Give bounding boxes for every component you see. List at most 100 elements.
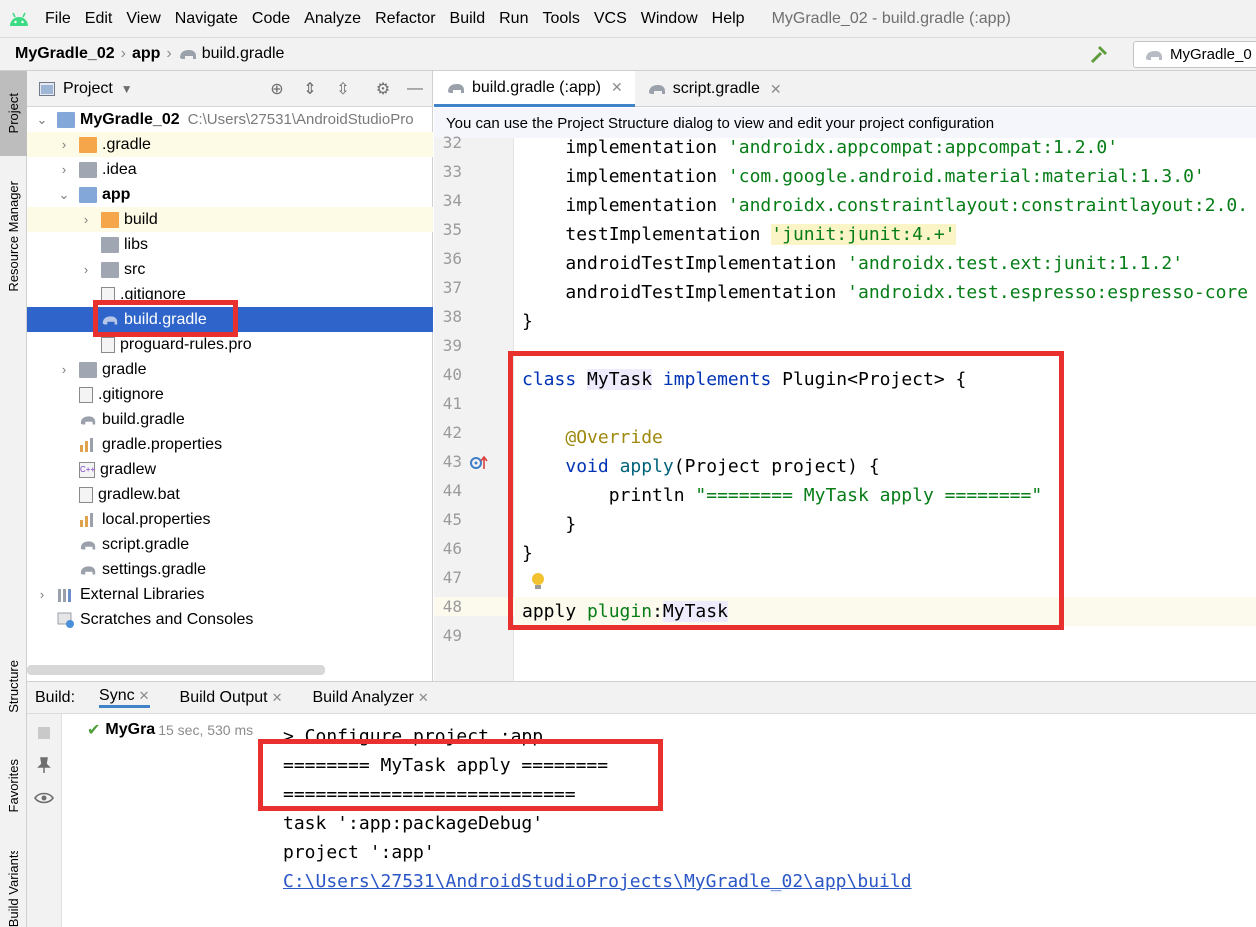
chevron-down-icon[interactable]: ▼ <box>121 82 133 96</box>
collapse-all-icon[interactable]: ⇳ <box>333 79 353 99</box>
menu-vcs[interactable]: VCS <box>587 0 634 37</box>
chevron-down-icon: ⌄ <box>36 111 48 127</box>
code-editor[interactable]: implementation 'androidx.appcompat:appco… <box>515 138 1256 681</box>
console-line: task ':app:packageDebug' <box>283 813 544 834</box>
tree-item-build-dir[interactable]: › build <box>27 207 433 232</box>
pin-icon[interactable] <box>35 756 53 774</box>
code-line: androidTestImplementation 'androidx.test… <box>565 253 1184 274</box>
tree-item-gradlew[interactable]: C++ gradlew <box>27 457 433 482</box>
text-file-icon <box>101 336 115 353</box>
tree-item-libs-dir[interactable]: libs <box>27 232 433 257</box>
breadcrumb-project[interactable]: MyGradle_02 <box>15 45 115 63</box>
build-hammer-icon[interactable] <box>1088 44 1110 66</box>
gradle-elephant-icon <box>179 50 196 59</box>
properties-file-icon <box>80 437 93 452</box>
tree-item-gradlew-bat[interactable]: gradlew.bat <box>27 482 433 507</box>
tree-item-root-gitignore[interactable]: .gitignore <box>27 382 433 407</box>
build-tree-item[interactable]: ✔ MyGra 15 sec, 530 ms <box>87 720 253 740</box>
folder-icon <box>101 261 119 278</box>
tree-item-external-libraries[interactable]: › External Libraries <box>27 582 433 607</box>
gradle-elephant-icon <box>1146 50 1162 60</box>
implementing-method-gutter-icon[interactable] <box>470 455 488 471</box>
menu-edit[interactable]: Edit <box>78 0 120 37</box>
tree-item-idea-dir[interactable]: › .idea <box>27 157 433 182</box>
menu-code[interactable]: Code <box>245 0 297 37</box>
gradle-elephant-icon <box>102 315 118 324</box>
console-path-link[interactable]: C:\Users\27531\AndroidStudioProjects\MyG… <box>283 867 1256 896</box>
close-icon[interactable]: ✕ <box>139 688 150 704</box>
line-number: 43 <box>442 452 462 471</box>
tree-item-gradle-dir[interactable]: › .gradle <box>27 132 433 157</box>
line-number: 37 <box>442 278 462 297</box>
chevron-right-icon: › <box>39 587 45 602</box>
tree-item-gradle-properties[interactable]: gradle.properties <box>27 432 433 457</box>
breadcrumb-file[interactable]: build.gradle <box>178 45 284 63</box>
tree-item-src-dir[interactable]: › src <box>27 257 433 282</box>
close-icon[interactable]: ✕ <box>418 690 429 706</box>
code-line: void apply(Project project) { <box>565 456 880 477</box>
menu-run[interactable]: Run <box>492 0 535 37</box>
line-number: 39 <box>442 336 462 355</box>
tab-build-gradle-app[interactable]: build.gradle (:app) ✕ <box>434 71 635 107</box>
menu-tools[interactable]: Tools <box>535 0 586 37</box>
file-icon <box>79 386 93 403</box>
breadcrumb-module[interactable]: app <box>132 45 160 63</box>
tree-item-app-build-gradle[interactable]: build.gradle <box>27 307 433 332</box>
line-number: 47 <box>442 568 462 587</box>
line-number: 40 <box>442 365 462 384</box>
horizontal-scrollbar[interactable] <box>27 665 325 675</box>
run-configuration-dropdown[interactable]: MyGradle_0 <box>1133 41 1256 68</box>
tree-item-app-gitignore[interactable]: .gitignore <box>27 282 433 307</box>
project-view-title[interactable]: Project <box>63 80 113 98</box>
close-icon[interactable]: ✕ <box>770 81 782 98</box>
lightbulb-icon[interactable] <box>531 572 545 590</box>
gradle-elephant-icon <box>648 85 665 94</box>
tree-item-scratches[interactable]: Scratches and Consoles <box>27 607 433 632</box>
file-icon <box>101 286 115 303</box>
menu-file[interactable]: File <box>38 0 78 37</box>
code-line: implementation 'androidx.constraintlayou… <box>565 195 1249 216</box>
project-panel-header: Project ▼ ⊕ ⇕ ⇳ ⚙ — <box>27 71 432 107</box>
stop-icon[interactable] <box>37 726 51 740</box>
tool-window-build-variants-tab[interactable]: Build Variants <box>0 851 27 927</box>
libraries-icon <box>58 588 71 602</box>
tree-item-settings-gradle[interactable]: settings.gradle <box>27 557 433 582</box>
menu-refactor[interactable]: Refactor <box>368 0 442 37</box>
tree-item-local-properties[interactable]: local.properties <box>27 507 433 532</box>
tree-item-script-gradle[interactable]: script.gradle <box>27 532 433 557</box>
close-icon[interactable]: ✕ <box>611 79 623 96</box>
expand-all-icon[interactable]: ⇕ <box>300 79 320 99</box>
tree-item-app-module[interactable]: ⌄ app <box>27 182 433 207</box>
chevron-right-icon: › <box>83 262 89 277</box>
tool-window-structure-tab[interactable]: Structure <box>0 641 27 731</box>
menu-navigate[interactable]: Navigate <box>168 0 245 37</box>
code-line: } <box>565 514 577 535</box>
tab-script-gradle[interactable]: script.gradle ✕ <box>635 71 794 107</box>
tab-sync[interactable]: Sync ✕ <box>99 687 150 708</box>
tree-item-proguard-rules[interactable]: proguard-rules.pro <box>27 332 433 357</box>
eye-icon[interactable] <box>34 790 54 806</box>
tab-build-analyzer[interactable]: Build Analyzer ✕ <box>312 689 428 707</box>
gradle-elephant-icon <box>80 565 96 574</box>
build-console-output[interactable]: > Configure project :app ======== MyTask… <box>283 722 1256 896</box>
tree-item-gradle-wrapper-dir[interactable]: › gradle <box>27 357 433 382</box>
menu-window[interactable]: Window <box>634 0 705 37</box>
locate-icon[interactable]: ⊕ <box>267 79 287 99</box>
tree-item-root-build-gradle[interactable]: build.gradle <box>27 407 433 432</box>
menu-help[interactable]: Help <box>705 0 752 37</box>
tool-window-project-tab[interactable]: Project <box>0 71 27 156</box>
console-line: =========================== <box>283 784 576 805</box>
tool-window-resource-manager-tab[interactable]: Resource Manager <box>0 169 27 304</box>
menu-analyze[interactable]: Analyze <box>297 0 368 37</box>
menu-view[interactable]: View <box>119 0 167 37</box>
tab-build-output[interactable]: Build Output ✕ <box>180 689 283 707</box>
gear-icon[interactable]: ⚙ <box>373 79 393 99</box>
tree-item-root[interactable]: ⌄ MyGradle_02 C:\Users\27531\AndroidStud… <box>27 107 433 132</box>
close-icon[interactable]: ✕ <box>272 690 283 706</box>
chevron-right-icon: › <box>83 212 89 227</box>
folder-icon <box>101 236 119 253</box>
minimize-icon[interactable]: — <box>405 79 425 99</box>
menu-build[interactable]: Build <box>443 0 493 37</box>
tool-window-favorites-tab[interactable]: Favorites <box>0 741 27 831</box>
line-number: 42 <box>442 423 462 442</box>
